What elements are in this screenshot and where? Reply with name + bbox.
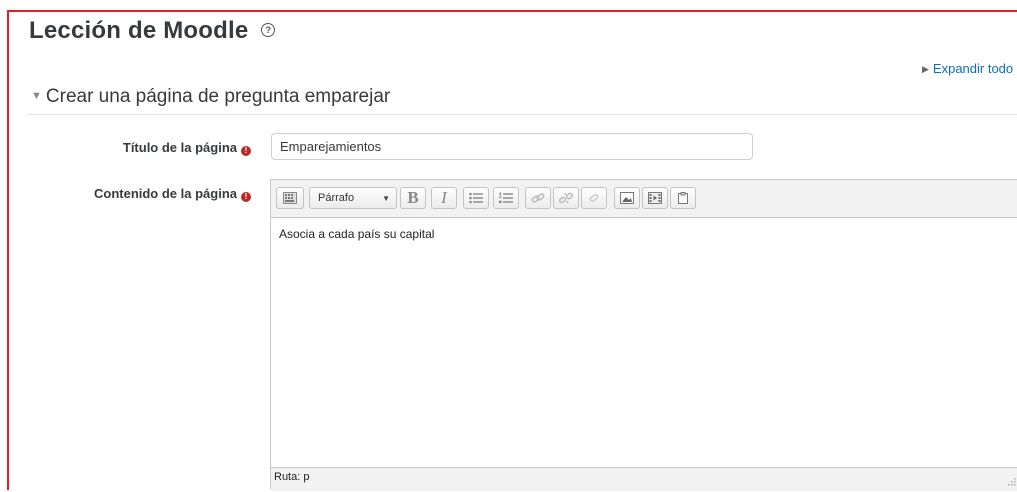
editor-statusbar: Ruta: p	[271, 467, 1017, 491]
section-header[interactable]: ▼ Crear una página de pregunta emparejar	[31, 86, 390, 108]
format-select-value: Párrafo	[318, 192, 355, 204]
title-field-label: Título de la página!	[123, 140, 251, 156]
expand-triangle-icon: ▶	[922, 64, 929, 74]
italic-button[interactable]: I	[431, 187, 457, 209]
page-title-text: Lección de Moodle	[29, 17, 249, 44]
rich-text-editor: Párrafo ▼ B I Asocia a cada país su capi…	[270, 179, 1017, 491]
toolbar-toggle-icon[interactable]	[276, 187, 304, 209]
link-icon[interactable]	[525, 187, 551, 209]
media-icon[interactable]	[642, 187, 668, 209]
numbered-list-icon[interactable]	[493, 187, 519, 209]
title-label-text: Título de la página	[122, 140, 237, 155]
editor-content[interactable]: Asocia a cada país su capital	[279, 227, 434, 241]
help-icon[interactable]: ?	[261, 22, 276, 37]
editor-path[interactable]: Ruta: p	[274, 471, 309, 483]
content-label-text: Contenido de la página	[93, 186, 237, 201]
collapse-caret-icon[interactable]: ▼	[31, 90, 42, 102]
required-icon: !	[241, 192, 251, 202]
expand-all-link[interactable]: ▶ Expandir todo	[922, 61, 1013, 76]
paragraph-format-select[interactable]: Párrafo ▼	[309, 187, 397, 209]
page-title: Lección de Moodle ?	[29, 17, 276, 45]
unlink-icon[interactable]	[553, 187, 579, 209]
required-icon: !	[241, 146, 251, 156]
section-divider	[28, 114, 1017, 115]
editor-toolbar: Párrafo ▼ B I	[271, 180, 1017, 218]
bold-button[interactable]: B	[400, 187, 426, 209]
bullet-list-icon[interactable]	[463, 187, 489, 209]
anchor-icon[interactable]	[581, 187, 607, 209]
section-title: Crear una página de pregunta emparejar	[45, 86, 391, 107]
page-title-input[interactable]	[271, 133, 753, 160]
paste-icon[interactable]	[670, 187, 696, 209]
expand-all-label: Expandir todo	[932, 61, 1014, 76]
image-icon[interactable]	[614, 187, 640, 209]
chevron-down-icon: ▼	[382, 193, 390, 203]
content-field-label: Contenido de la página!	[94, 186, 251, 202]
resize-grip-icon[interactable]	[1006, 474, 1016, 492]
